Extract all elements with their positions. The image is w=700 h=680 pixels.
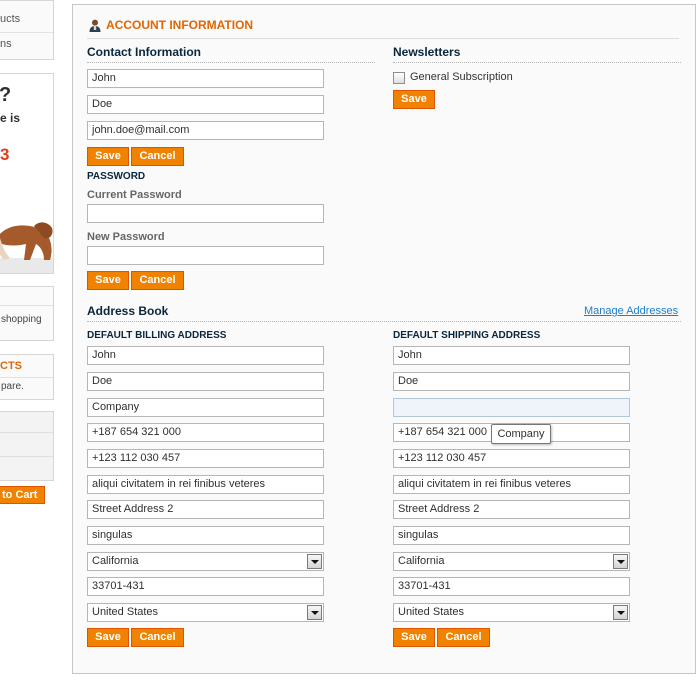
sidebar-cart-block: shopping xyxy=(0,286,54,341)
current-password-field[interactable] xyxy=(87,204,324,223)
chevron-down-icon[interactable] xyxy=(307,605,322,620)
newsletters-divider xyxy=(393,62,681,63)
recent-divider xyxy=(0,432,53,433)
billing-country-value: United States xyxy=(92,606,159,618)
new-password-label: New Password xyxy=(87,231,165,243)
shipping-first-name-field[interactable]: John xyxy=(393,346,630,365)
chevron-down-icon[interactable] xyxy=(613,605,628,620)
billing-region-value: California xyxy=(92,555,139,567)
account-panel: ACCOUNT INFORMATION Contact Information … xyxy=(72,4,696,674)
general-subscription-label: General Subscription xyxy=(410,71,513,83)
address-book-title: Address Book xyxy=(87,304,169,318)
billing-postcode-field[interactable]: 33701-431 xyxy=(87,577,324,596)
shipping-cancel-button[interactable]: Cancel xyxy=(437,628,490,647)
compare-text: pare. xyxy=(1,381,24,392)
shipping-street2-field[interactable]: Street Address 2 xyxy=(393,500,630,519)
password-cancel-button[interactable]: Cancel xyxy=(131,271,184,290)
billing-street2-field[interactable]: Street Address 2 xyxy=(87,500,324,519)
shipping-street1-field[interactable]: aliqui civitatem in rei finibus veteres xyxy=(393,475,630,494)
newsletters-title: Newsletters xyxy=(393,45,461,59)
billing-country-select[interactable]: United States xyxy=(87,603,324,622)
company-tooltip: Company xyxy=(491,424,551,444)
billing-address-title: DEFAULT BILLING ADDRESS xyxy=(87,330,227,341)
cart-empty-text: shopping xyxy=(1,314,42,325)
shipping-city-field[interactable]: singulas xyxy=(393,526,630,545)
shipping-address-title: DEFAULT SHIPPING ADDRESS xyxy=(393,330,541,341)
shipping-company-field[interactable] xyxy=(393,398,630,417)
shipping-last-name-field[interactable]: Doe xyxy=(393,372,630,391)
new-password-field[interactable] xyxy=(87,246,324,265)
chevron-down-icon[interactable] xyxy=(307,554,322,569)
account-header: ACCOUNT INFORMATION xyxy=(87,18,679,39)
billing-telephone-field[interactable]: +187 654 321 000 xyxy=(87,423,324,442)
add-to-cart-button[interactable]: to Cart xyxy=(0,486,45,504)
sidebar-link-products[interactable]: ucts xyxy=(0,13,20,25)
shipping-country-select[interactable]: United States xyxy=(393,603,630,622)
sidebar-promo-banner[interactable]: ? e is 3 xyxy=(0,73,54,274)
shipping-postcode-field[interactable]: 33701-431 xyxy=(393,577,630,596)
shipping-save-button[interactable]: Save xyxy=(393,628,435,647)
compare-title: CTS xyxy=(0,360,22,372)
password-title: PASSWORD xyxy=(87,171,146,182)
billing-city-field[interactable]: singulas xyxy=(87,526,324,545)
sidebar-divider xyxy=(0,32,53,33)
shipping-region-select[interactable]: California xyxy=(393,552,630,571)
contact-info-title: Contact Information xyxy=(87,45,201,59)
sidebar-recent-block xyxy=(0,411,54,481)
sidebar-account-links: ucts ns xyxy=(0,0,54,60)
sidebar-compare-block: CTS pare. xyxy=(0,354,54,400)
email-field[interactable]: john.doe@mail.com xyxy=(87,121,324,140)
last-name-field[interactable]: Doe xyxy=(87,95,324,114)
billing-region-select[interactable]: California xyxy=(87,552,324,571)
promo-number: 3 xyxy=(0,145,10,164)
billing-save-button[interactable]: Save xyxy=(87,628,129,647)
password-save-button[interactable]: Save xyxy=(87,271,129,290)
billing-company-field[interactable]: Company xyxy=(87,398,324,417)
recent-divider xyxy=(0,456,53,457)
billing-first-name-field[interactable]: John xyxy=(87,346,324,365)
billing-last-name-field[interactable]: Doe xyxy=(87,372,324,391)
chevron-down-icon[interactable] xyxy=(613,554,628,569)
promo-text: e is xyxy=(0,111,21,125)
newsletter-save-button[interactable]: Save xyxy=(393,90,435,109)
billing-fax-field[interactable]: +123 112 030 457 xyxy=(87,449,324,468)
current-password-label: Current Password xyxy=(87,189,182,201)
sidebar-link-subscriptions[interactable]: ns xyxy=(0,38,12,50)
promo-question: ? xyxy=(0,84,12,106)
general-subscription-checkbox[interactable] xyxy=(393,72,405,84)
shipping-region-value: California xyxy=(398,555,445,567)
compare-divider xyxy=(0,377,53,378)
shipping-country-value: United States xyxy=(398,606,465,618)
user-icon xyxy=(89,19,101,32)
account-title: ACCOUNT INFORMATION xyxy=(106,18,254,32)
cart-divider xyxy=(0,305,53,306)
billing-street1-field[interactable]: aliqui civitatem in rei finibus veteres xyxy=(87,475,324,494)
promo-dog-image xyxy=(0,222,53,273)
first-name-field[interactable]: John xyxy=(87,69,324,88)
billing-cancel-button[interactable]: Cancel xyxy=(131,628,184,647)
contact-divider xyxy=(87,62,375,63)
shipping-fax-field[interactable]: +123 112 030 457 xyxy=(393,449,630,468)
contact-cancel-button[interactable]: Cancel xyxy=(131,147,184,166)
contact-save-button[interactable]: Save xyxy=(87,147,129,166)
manage-addresses-link[interactable]: Manage Addresses xyxy=(584,305,678,317)
address-book-divider xyxy=(87,321,681,322)
